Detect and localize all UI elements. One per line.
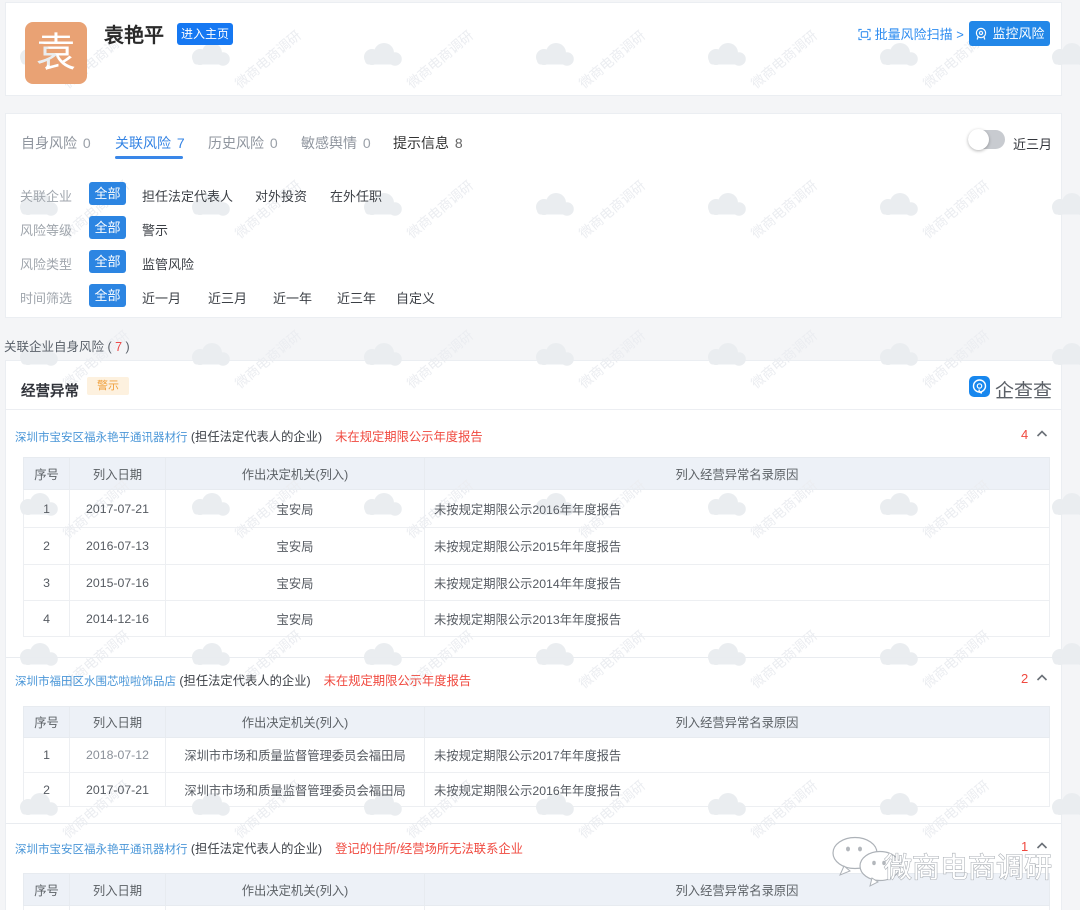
svg-text:微商电商调研: 微商电商调研 xyxy=(884,852,1052,883)
